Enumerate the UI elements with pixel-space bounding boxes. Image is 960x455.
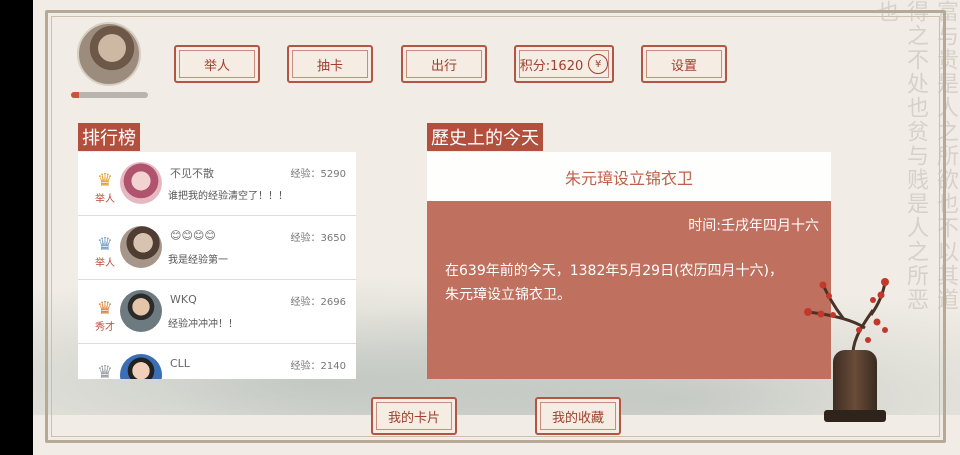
rank-title: 举人 xyxy=(95,194,115,205)
xp-label: 经验： xyxy=(290,297,321,308)
player-avatar xyxy=(120,162,162,204)
player-xp: 经验：5290 xyxy=(291,165,346,180)
player-signature: 谁把我的经验清空了！！！ xyxy=(168,191,288,202)
leaderboard-row[interactable]: ♛ CLL 经验：2140 xyxy=(78,344,356,379)
leaderboard-row[interactable]: ♛ 举人 不见不散 经验：5290 谁把我的经验清空了！！！ xyxy=(78,152,356,216)
crown-icon: ♛ xyxy=(96,234,114,255)
player-signature: 我是经验第一 xyxy=(168,255,228,266)
xp-value: 3650 xyxy=(320,233,346,244)
player-signature: 经验冲冲冲！！ xyxy=(168,319,238,330)
leaderboard-list[interactable]: ♛ 举人 不见不散 经验：5290 谁把我的经验清空了！！！ ♛ 举人 😊😊😊😊… xyxy=(78,152,356,379)
my-favorites-button[interactable]: 我的收藏 xyxy=(535,397,621,435)
player-xp: 经验：2140 xyxy=(291,357,346,372)
coin-icon: ¥ xyxy=(588,54,609,74)
player-name: 不见不散 xyxy=(170,167,214,180)
player-avatar xyxy=(120,226,162,268)
xp-value: 2140 xyxy=(320,361,346,372)
my-favorites-label: 我的收藏 xyxy=(551,410,604,426)
player-xp: 经验：2696 xyxy=(291,293,346,308)
travel-button[interactable]: 出行 xyxy=(401,45,487,83)
leaderboard-row[interactable]: ♛ 举人 😊😊😊😊 经验：3650 我是经验第一 xyxy=(78,216,356,280)
xp-progress-fill xyxy=(71,92,79,98)
history-description: 在639年前的今天，1382年5月29日(农历四月十六)，朱元璋设立锦衣卫。 xyxy=(445,263,783,303)
vase-stand xyxy=(824,410,886,422)
history-time: 时间:壬戌年四月十六 xyxy=(688,218,819,234)
points-button[interactable]: 积分:1620 ¥ xyxy=(514,45,614,83)
crown-icon: ♛ xyxy=(96,362,114,379)
xp-progress-bar xyxy=(71,92,148,98)
rank-button[interactable]: 举人 xyxy=(174,45,260,83)
player-name: WKQ xyxy=(170,293,197,306)
rank-title: 秀才 xyxy=(95,322,115,333)
user-avatar[interactable] xyxy=(77,22,141,86)
app-screen: 富与贵是人之所欲也不以其道得之不处也贫与贱是人之所恶也 举人 抽卡 出行 积分:… xyxy=(33,0,960,455)
xp-label: 经验： xyxy=(290,361,321,372)
points-label: 积分:1620 xyxy=(519,58,584,74)
history-today-title: 歷史上的今天 xyxy=(427,123,543,151)
history-event-title: 朱元璋设立锦衣卫 xyxy=(427,152,831,201)
plum-blossom-decoration xyxy=(804,278,889,361)
history-panel: 时间:壬戌年四月十六 在639年前的今天，1382年5月29日(农历四月十六)，… xyxy=(427,201,831,379)
crown-icon: ♛ xyxy=(96,298,114,319)
rank-title: 举人 xyxy=(95,258,115,269)
player-avatar xyxy=(120,290,162,332)
crown-icon: ♛ xyxy=(96,170,114,191)
my-cards-button[interactable]: 我的卡片 xyxy=(371,397,457,435)
player-name: CLL xyxy=(170,357,190,370)
leaderboard-row[interactable]: ♛ 秀才 WKQ 经验：2696 经验冲冲冲！！ xyxy=(78,280,356,344)
player-xp: 经验：3650 xyxy=(291,229,346,244)
xp-label: 经验： xyxy=(290,233,321,244)
my-cards-label: 我的卡片 xyxy=(387,410,440,426)
vase-decoration xyxy=(833,350,877,416)
leaderboard-title: 排行榜 xyxy=(78,123,140,151)
rank-button-label: 举人 xyxy=(203,58,230,74)
xp-value: 5290 xyxy=(320,169,346,180)
settings-button-label: 设置 xyxy=(670,58,697,74)
draw-card-button[interactable]: 抽卡 xyxy=(287,45,373,83)
player-avatar xyxy=(120,354,162,379)
player-name: 😊😊😊😊 xyxy=(170,229,216,242)
settings-button[interactable]: 设置 xyxy=(641,45,727,83)
xp-value: 2696 xyxy=(320,297,346,308)
draw-card-button-label: 抽卡 xyxy=(316,58,343,74)
travel-button-label: 出行 xyxy=(430,58,457,74)
xp-label: 经验： xyxy=(290,169,321,180)
